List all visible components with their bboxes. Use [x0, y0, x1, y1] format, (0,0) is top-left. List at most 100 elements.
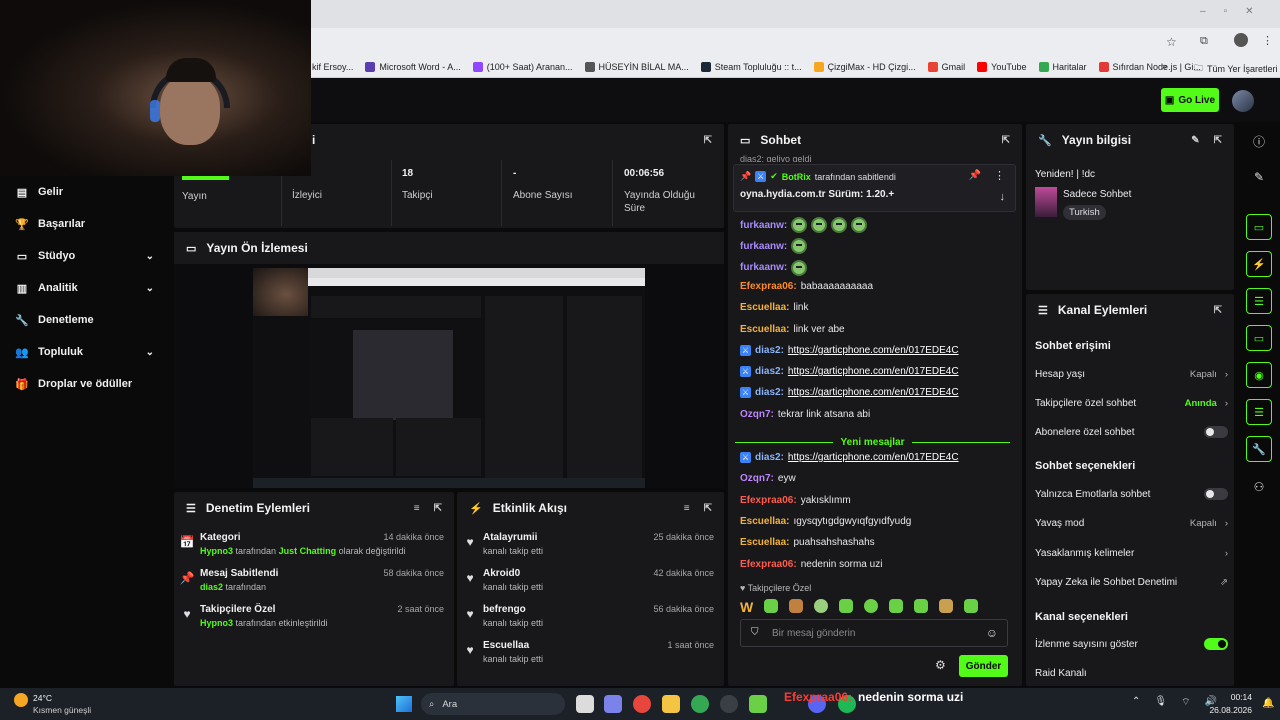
- subs-chat-toggle[interactable]: [1204, 426, 1228, 438]
- sidebar-item-gelir[interactable]: ▤ Gelir: [0, 176, 172, 208]
- bookmark-item[interactable]: YouTube: [977, 62, 1027, 72]
- menu-icon[interactable]: ⋮: [1262, 34, 1273, 47]
- system-tray[interactable]: ⌃ 🎙 ⌔ 🔊: [1132, 696, 1217, 709]
- list-widget-icon[interactable]: ☰: [1246, 288, 1272, 314]
- sidebar-item-analitik[interactable]: ▥ Analitik ⌄: [0, 272, 172, 304]
- teams-icon[interactable]: [604, 695, 622, 713]
- task-view-icon[interactable]: [576, 695, 594, 713]
- sidebar-item-st-dyo[interactable]: ▭ Stüdyo ⌄: [0, 240, 172, 272]
- bookmark-item[interactable]: kif Ersoy...: [312, 62, 353, 72]
- chat-link[interactable]: https://garticphone.com/en/017EDE4C: [788, 452, 959, 463]
- sidebar-item-ba-ar-lar[interactable]: 🏆 Başarılar: [0, 208, 172, 240]
- stats-widget-icon[interactable]: ▭: [1246, 214, 1272, 240]
- tray-up-icon[interactable]: ⌃: [1132, 696, 1140, 709]
- popout-icon[interactable]: ⇱: [704, 503, 712, 514]
- bookmarks-more-icon[interactable]: »: [1162, 61, 1167, 71]
- follower-name[interactable]: Akroid0: [483, 568, 543, 579]
- window-controls[interactable]: – ▫ ✕: [1200, 6, 1270, 20]
- emotes-only-setting[interactable]: Yalnızca Emotlarla sohbet: [1035, 485, 1228, 503]
- subs-chat-setting[interactable]: Abonelere özel sohbet: [1035, 423, 1228, 441]
- chrome-icon[interactable]: [633, 695, 651, 713]
- broadcast-widget-icon[interactable]: ◉: [1246, 362, 1272, 388]
- unpin-icon[interactable]: 📌: [969, 170, 981, 181]
- bookmark-item[interactable]: Steam Topluluğu :: t...: [700, 62, 802, 72]
- chat-username[interactable]: dias2:: [755, 345, 784, 356]
- chat-link[interactable]: https://garticphone.com/en/017EDE4C: [788, 387, 959, 398]
- followers-chat-setting[interactable]: Takipçilere özel sohbet Anında ›: [1035, 394, 1228, 412]
- clock-time[interactable]: 00:14: [1216, 692, 1252, 702]
- chat-username[interactable]: Ozqn7:: [740, 473, 774, 484]
- close-icon[interactable]: ✕: [1245, 6, 1253, 20]
- raid-setting[interactable]: Raid Kanalı: [1035, 664, 1228, 682]
- wrench-widget-icon[interactable]: 🔧: [1246, 436, 1272, 462]
- ai-moderation-setting[interactable]: Yapay Zeka ile Sohbet Denetimi ⇗: [1035, 573, 1228, 591]
- filter-icon[interactable]: ≡: [414, 503, 420, 514]
- app-icon[interactable]: [749, 695, 767, 713]
- banned-words-setting[interactable]: Yasaklanmış kelimeler ›: [1035, 544, 1228, 562]
- maximize-icon[interactable]: ▫: [1224, 6, 1228, 20]
- chat-username[interactable]: dias2:: [755, 366, 784, 377]
- emote-bar[interactable]: W: [740, 597, 1010, 615]
- mic-icon[interactable]: 🎙: [1154, 696, 1167, 709]
- user-avatar[interactable]: [1232, 90, 1254, 112]
- w-emote-icon[interactable]: W: [740, 599, 753, 615]
- show-viewers-toggle[interactable]: [1204, 638, 1228, 650]
- steam-icon[interactable]: [720, 695, 738, 713]
- chat-username[interactable]: dias2:: [755, 452, 784, 463]
- chat-username[interactable]: Escuellaa:: [740, 516, 789, 527]
- chat-input[interactable]: ⛉ Bir mesaj gönderin ☺: [740, 619, 1008, 647]
- settings-gear-icon[interactable]: ⚙: [935, 658, 946, 672]
- windows-start-icon[interactable]: [396, 696, 412, 712]
- notification-icon[interactable]: 🔔: [1262, 698, 1274, 709]
- sidebar-item-topluluk[interactable]: 👥 Topluluk ⌄: [0, 336, 172, 368]
- slow-mode-setting[interactable]: Yavaş mod Kapalı ›: [1035, 514, 1228, 532]
- all-bookmarks[interactable]: 🗀 Tüm Yer İşaretleri: [1194, 61, 1278, 77]
- chat-username[interactable]: Escuellaa:: [740, 302, 789, 313]
- follower-name[interactable]: befrengo: [483, 604, 543, 615]
- moderator-user[interactable]: dias2: [200, 582, 223, 592]
- chat-username[interactable]: Efexpraa06:: [740, 281, 797, 292]
- pencil-icon[interactable]: ✎: [1246, 164, 1272, 190]
- info-icon[interactable]: ⓘ: [1246, 128, 1272, 154]
- chat-username[interactable]: furkaanw:: [740, 241, 787, 252]
- emote-icon[interactable]: [839, 599, 854, 613]
- popout-icon[interactable]: ⇱: [1214, 135, 1222, 146]
- filter-icon[interactable]: ≡: [684, 503, 690, 514]
- wifi-icon[interactable]: ⌔: [1181, 696, 1190, 709]
- tag-chip[interactable]: Turkish: [1063, 205, 1106, 220]
- profile-icon[interactable]: [1234, 33, 1248, 47]
- edit-icon[interactable]: ✎: [1191, 135, 1199, 146]
- expand-down-icon[interactable]: ↓: [1000, 191, 1006, 203]
- account-age-setting[interactable]: Hesap yaşı Kapalı ›: [1035, 365, 1228, 383]
- bookmark-item[interactable]: HÜSEYİN BİLAL MA...: [584, 62, 689, 72]
- chat-username[interactable]: furkaanw:: [740, 220, 787, 231]
- popout-icon[interactable]: ⇱: [434, 503, 442, 514]
- bolt-widget-icon[interactable]: ⚡: [1246, 251, 1272, 277]
- moderator-user[interactable]: Hypno3: [200, 618, 233, 628]
- chat-username[interactable]: Escuellaa:: [740, 324, 789, 335]
- send-button[interactable]: Gönder: [959, 655, 1008, 677]
- extensions-icon[interactable]: ⧉: [1200, 35, 1208, 48]
- preview-video[interactable]: [253, 268, 645, 488]
- popout-icon[interactable]: ⇱: [1214, 305, 1222, 316]
- taskbar-search[interactable]: ⌕ Ara: [421, 693, 565, 715]
- popout-icon[interactable]: ⇱: [704, 135, 712, 146]
- chat-username[interactable]: Escuellaa:: [740, 537, 789, 548]
- layers-widget-icon[interactable]: ☰: [1246, 399, 1272, 425]
- chat-username[interactable]: Ozqn7:: [740, 409, 774, 420]
- emote-icon[interactable]: [864, 599, 879, 613]
- chat-link[interactable]: https://garticphone.com/en/017EDE4C: [788, 345, 959, 356]
- chat-username[interactable]: Efexpraa06:: [740, 559, 797, 570]
- emote-icon[interactable]: [939, 599, 954, 613]
- clock-date[interactable]: 26.08.2026: [1206, 705, 1252, 715]
- bookmark-item[interactable]: Gmail: [927, 62, 965, 72]
- bookmark-item[interactable]: ÇizgiMax - HD Çizgi...: [813, 62, 916, 72]
- emoji-icon[interactable]: ☺: [986, 626, 998, 640]
- bookmark-item[interactable]: (100+ Saat) Aranan...: [472, 62, 573, 72]
- chat-username[interactable]: Efexpraa06:: [740, 495, 797, 506]
- follower-name[interactable]: Atalayrumii: [483, 532, 543, 543]
- emote-icon[interactable]: [964, 599, 979, 613]
- go-live-button[interactable]: ▣ Go Live: [1161, 88, 1219, 112]
- emote-icon[interactable]: [889, 599, 904, 613]
- bookmark-item[interactable]: Microsoft Word - A...: [365, 62, 461, 72]
